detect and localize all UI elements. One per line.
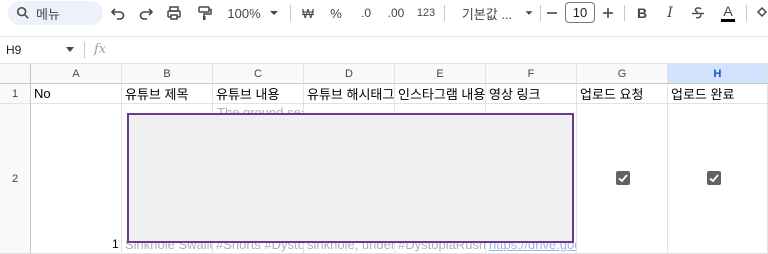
toolbar-divider bbox=[540, 5, 541, 21]
upload-request-checkbox[interactable] bbox=[616, 171, 630, 185]
currency-format-button[interactable]: ₩ bbox=[298, 0, 318, 26]
decrease-font-size-button[interactable] bbox=[544, 0, 560, 26]
cell-a2[interactable] bbox=[31, 104, 122, 254]
header-cell-instagram-content[interactable]: 인스타그램 내용 bbox=[395, 84, 486, 104]
text-color-swatch bbox=[721, 19, 735, 22]
checkbox-checked-icon bbox=[709, 174, 719, 183]
formula-divider bbox=[84, 42, 85, 58]
column-header-b[interactable]: B bbox=[122, 63, 213, 84]
strikethrough-icon bbox=[692, 7, 704, 19]
increase-decimal-button[interactable]: .00 bbox=[382, 0, 410, 26]
font-family-dropdown-arrow[interactable] bbox=[522, 0, 536, 26]
toolbar-divider bbox=[624, 5, 625, 21]
strikethrough-button[interactable] bbox=[688, 0, 708, 26]
checkbox-checked-icon bbox=[618, 174, 628, 183]
zoom-dropdown-arrow[interactable] bbox=[266, 0, 282, 26]
minus-icon bbox=[547, 12, 557, 14]
toolbar-divider bbox=[290, 5, 291, 21]
column-header-e[interactable]: E bbox=[395, 63, 486, 84]
search-icon bbox=[16, 6, 29, 19]
font-family-select[interactable]: 기본값 ... bbox=[452, 0, 522, 26]
column-header-c[interactable]: C bbox=[213, 63, 304, 84]
fill-color-button[interactable] bbox=[754, 0, 768, 26]
header-cell-upload-request[interactable]: 업로드 요청 bbox=[577, 84, 668, 104]
bold-label: B bbox=[636, 5, 648, 21]
menu-search[interactable]: 메뉴 bbox=[8, 1, 103, 25]
bold-button[interactable]: B bbox=[632, 0, 652, 26]
text-color-label: A bbox=[723, 3, 733, 19]
toolbar: 메뉴 100% ₩ % .0 .00 123 기본값 ... 10 B I A bbox=[0, 0, 768, 26]
decrease-decimal-button[interactable]: .0 bbox=[354, 0, 378, 26]
font-family-value: 기본값 ... bbox=[461, 6, 513, 22]
header-cell-upload-done[interactable]: 업로드 완료 bbox=[668, 84, 768, 104]
print-button[interactable] bbox=[164, 0, 184, 26]
name-box-dropdown-icon[interactable] bbox=[66, 47, 74, 52]
column-header-f[interactable]: F bbox=[486, 63, 577, 84]
column-header-g[interactable]: G bbox=[577, 63, 668, 84]
upload-done-checkbox[interactable] bbox=[707, 171, 721, 185]
redo-icon bbox=[139, 8, 154, 20]
fx-icon: fx bbox=[94, 42, 107, 57]
italic-label: I bbox=[667, 5, 673, 21]
header-cell-youtube-hashtag[interactable]: 유튜브 해시태그 bbox=[304, 84, 395, 104]
chevron-down-icon bbox=[270, 11, 278, 15]
undo-icon bbox=[110, 8, 125, 20]
plus-icon bbox=[603, 8, 613, 18]
column-header-h[interactable]: H bbox=[668, 63, 768, 84]
header-cell-no[interactable]: No bbox=[31, 84, 122, 104]
fill-color-icon bbox=[756, 6, 768, 18]
toolbar-divider bbox=[746, 5, 747, 21]
currency-label: ₩ bbox=[301, 5, 315, 21]
increase-font-size-button[interactable] bbox=[600, 0, 616, 26]
text-color-button[interactable]: A bbox=[718, 0, 738, 26]
header-cell-video-link[interactable]: 영상 링크 bbox=[486, 84, 577, 104]
toolbar-divider bbox=[444, 5, 445, 21]
header-cell-youtube-title[interactable]: 유튜브 제목 bbox=[122, 84, 213, 104]
undo-button[interactable] bbox=[108, 0, 128, 26]
print-icon bbox=[167, 6, 181, 20]
number-format-button[interactable]: 123 bbox=[414, 0, 438, 26]
paint-format-button[interactable] bbox=[194, 0, 214, 26]
menu-search-label: 메뉴 bbox=[36, 6, 60, 22]
percent-format-button[interactable]: % bbox=[326, 0, 346, 26]
font-size-input[interactable]: 10 bbox=[565, 2, 595, 23]
row-header-1[interactable]: 1 bbox=[0, 84, 31, 104]
header-cell-youtube-content[interactable]: 유튜브 내용 bbox=[213, 84, 304, 104]
redo-button[interactable] bbox=[136, 0, 156, 26]
row-header-2[interactable]: 2 bbox=[0, 104, 31, 254]
name-box[interactable]: H9 bbox=[6, 43, 21, 57]
redaction-box bbox=[127, 113, 574, 243]
decrease-decimal-label: .0 bbox=[360, 6, 371, 20]
number-format-label: 123 bbox=[416, 7, 436, 19]
select-all-corner[interactable] bbox=[0, 63, 31, 84]
row-number-value: 1 bbox=[112, 237, 119, 251]
italic-button[interactable]: I bbox=[660, 0, 680, 26]
paint-format-icon bbox=[198, 6, 212, 20]
percent-label: % bbox=[330, 5, 342, 21]
formula-bar: H9 fx bbox=[0, 36, 768, 62]
increase-decimal-label: .00 bbox=[387, 6, 405, 20]
zoom-value: 100% bbox=[227, 5, 261, 21]
chevron-down-icon bbox=[525, 11, 533, 15]
column-header-a[interactable]: A bbox=[31, 63, 122, 84]
zoom-select[interactable]: 100% bbox=[224, 0, 264, 26]
column-header-d[interactable]: D bbox=[304, 63, 395, 84]
